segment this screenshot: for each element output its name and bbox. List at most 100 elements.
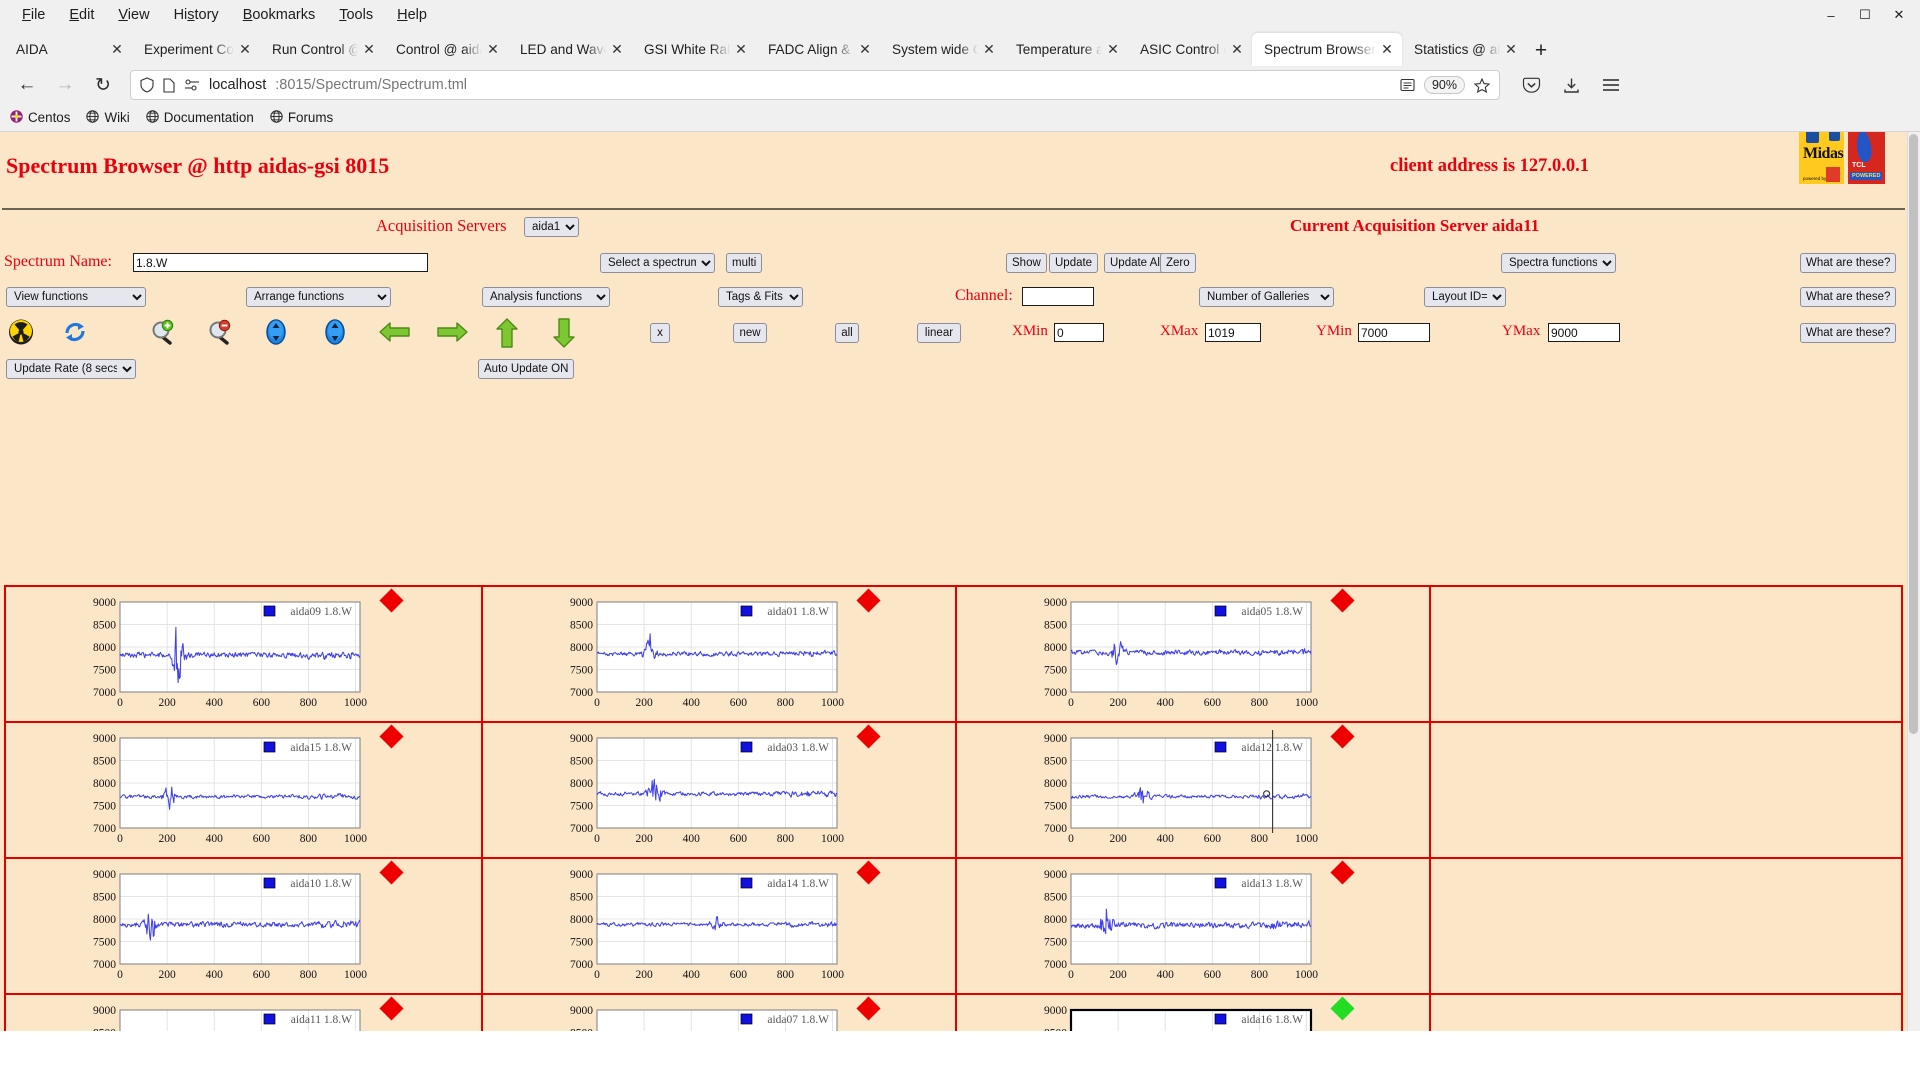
what-are-these-button-2[interactable]: What are these?: [1800, 287, 1897, 307]
page-scrollbar[interactable]: [1907, 132, 1920, 1031]
menu-item-help[interactable]: Help: [385, 4, 439, 26]
arrow-up-icon[interactable]: [494, 317, 520, 349]
expand-vertical-icon[interactable]: [322, 319, 348, 345]
spectrum-name-input[interactable]: [133, 253, 428, 272]
browser-tab[interactable]: Spectrum Browser ✕: [1252, 33, 1402, 66]
permissions-icon[interactable]: [184, 78, 200, 92]
spectrum-panel[interactable]: 7000750080008500900002004006008001000aid…: [6, 587, 483, 723]
spectra-functions-dropdown[interactable]: Spectra functions: [1501, 253, 1616, 273]
update-rate-dropdown[interactable]: Update Rate (8 secs): [6, 359, 136, 379]
ymax-input[interactable]: [1548, 323, 1620, 342]
channel-input[interactable]: [1022, 287, 1094, 306]
spectrum-plot[interactable]: 7000750080008500900002004006008001000aid…: [68, 730, 368, 848]
browser-tab[interactable]: System wide Checks ✕: [880, 33, 1004, 66]
spectrum-panel[interactable]: 7000750080008500900002004006008001000aid…: [483, 859, 957, 995]
browser-tab[interactable]: Temperature and sta ✕: [1004, 33, 1128, 66]
show-button[interactable]: Show: [1006, 253, 1047, 273]
minimize-icon[interactable]: –: [1814, 2, 1848, 28]
maximize-icon[interactable]: ☐: [1848, 2, 1882, 28]
menu-item-file[interactable]: File: [10, 4, 57, 26]
browser-tab[interactable]: ASIC Control @ aidas ✕: [1128, 33, 1252, 66]
status-marker-red[interactable]: [379, 724, 404, 749]
status-marker-green[interactable]: [1330, 996, 1355, 1021]
update-button[interactable]: Update: [1049, 253, 1099, 273]
tab-close-icon[interactable]: ✕: [110, 41, 124, 58]
spectrum-plot-container[interactable]: 7000750080008500900002004006008001000aid…: [68, 594, 368, 717]
menu-item-view[interactable]: View: [106, 4, 161, 26]
spectrum-plot-container[interactable]: 7000750080008500900002004006008001000aid…: [68, 866, 368, 989]
browser-tab[interactable]: AIDA ✕: [4, 33, 132, 66]
tab-close-icon[interactable]: ✕: [1504, 41, 1518, 58]
status-marker-red[interactable]: [379, 588, 404, 613]
spectrum-plot[interactable]: 7000750080008500900002004006008001000aid…: [68, 1002, 368, 1031]
pocket-icon[interactable]: [1512, 70, 1550, 100]
spectrum-plot[interactable]: 7000750080008500900002004006008001000aid…: [545, 594, 845, 712]
spectrum-plot-container[interactable]: 7000750080008500900002004006008001000aid…: [68, 1002, 368, 1031]
browser-tab[interactable]: Control @ aidas-gsi ✕: [384, 33, 508, 66]
status-marker-red[interactable]: [856, 860, 881, 885]
spectrum-panel[interactable]: 7000750080008500900002004006008001000aid…: [483, 587, 957, 723]
reader-view-icon[interactable]: [1400, 78, 1415, 92]
spectrum-plot-container[interactable]: 7000750080008500900002004006008001000aid…: [545, 594, 845, 717]
tab-close-icon[interactable]: ✕: [238, 41, 252, 58]
spectrum-panel[interactable]: 7000750080008500900002004006008001000aid…: [957, 859, 1431, 995]
spectrum-plot[interactable]: 7000750080008500900002004006008001000aid…: [545, 730, 845, 848]
url-bar[interactable]: localhost:8015/Spectrum/Spectrum.tml 90%: [130, 70, 1500, 100]
spectrum-plot-container[interactable]: 7000750080008500900002004006008001000aid…: [1019, 1002, 1319, 1031]
spectrum-panel[interactable]: 7000750080008500900002004006008001000aid…: [483, 995, 957, 1031]
zoom-in-icon[interactable]: [150, 319, 176, 345]
what-are-these-button-3[interactable]: What are these?: [1800, 323, 1897, 343]
status-marker-red[interactable]: [1330, 860, 1355, 885]
bookmark-item[interactable]: Wiki: [86, 109, 130, 126]
linear-button[interactable]: linear: [917, 323, 961, 343]
menu-item-bookmarks[interactable]: Bookmarks: [231, 4, 328, 26]
spectrum-panel[interactable]: [1431, 587, 1901, 723]
back-icon[interactable]: ←: [8, 70, 46, 100]
spectrum-panel[interactable]: [1431, 723, 1901, 859]
bookmark-item[interactable]: Documentation: [146, 109, 254, 126]
view-functions-dropdown[interactable]: View functions: [6, 287, 146, 307]
arrow-right-icon[interactable]: [435, 319, 469, 345]
tab-close-icon[interactable]: ✕: [734, 41, 748, 58]
xmin-input[interactable]: [1054, 323, 1104, 342]
zoom-level-badge[interactable]: 90%: [1423, 76, 1465, 94]
zero-button[interactable]: Zero: [1160, 253, 1196, 273]
arrange-functions-dropdown[interactable]: Arrange functions: [246, 287, 391, 307]
refresh-icon[interactable]: [62, 319, 88, 345]
status-marker-red[interactable]: [1330, 724, 1355, 749]
radiation-icon[interactable]: [8, 319, 34, 345]
spectrum-plot[interactable]: 7000750080008500900002004006008001000aid…: [1019, 1002, 1319, 1031]
select-spectrum-dropdown[interactable]: Select a spectrum: [600, 253, 715, 273]
spectrum-panel[interactable]: 7000750080008500900002004006008001000aid…: [957, 723, 1431, 859]
downloads-icon[interactable]: [1552, 70, 1590, 100]
forward-icon[interactable]: →: [46, 70, 84, 100]
spectrum-plot[interactable]: 7000750080008500900002004006008001000aid…: [68, 866, 368, 984]
close-icon[interactable]: ✕: [1882, 2, 1916, 28]
bookmark-item[interactable]: Centos: [10, 109, 70, 126]
xmax-input[interactable]: [1205, 323, 1261, 342]
reload-icon[interactable]: ↻: [84, 70, 122, 100]
menu-item-history[interactable]: History: [162, 4, 231, 26]
browser-tab[interactable]: FADC Align & Control ✕: [756, 33, 880, 66]
status-marker-red[interactable]: [379, 860, 404, 885]
spectrum-plot[interactable]: 7000750080008500900002004006008001000aid…: [545, 866, 845, 984]
status-marker-red[interactable]: [379, 996, 404, 1021]
bookmark-star-icon[interactable]: [1474, 77, 1490, 93]
spectrum-panel[interactable]: 7000750080008500900002004006008001000aid…: [957, 995, 1431, 1031]
browser-tab[interactable]: Run Control @ aidas-gsi ✕: [260, 33, 384, 66]
page-icon[interactable]: [163, 77, 175, 93]
collapse-vertical-icon[interactable]: [263, 319, 289, 345]
spectrum-panel[interactable]: 7000750080008500900002004006008001000aid…: [6, 995, 483, 1031]
tags-and-fits-dropdown[interactable]: Tags & Fits: [718, 287, 803, 307]
browser-tab[interactable]: LED and Waveform ✕: [508, 33, 632, 66]
tab-close-icon[interactable]: ✕: [858, 41, 872, 58]
what-are-these-button-1[interactable]: What are these?: [1800, 253, 1897, 273]
spectrum-plot-container[interactable]: 7000750080008500900002004006008001000aid…: [1019, 866, 1319, 989]
menu-item-edit[interactable]: Edit: [57, 4, 106, 26]
spectrum-plot[interactable]: 7000750080008500900002004006008001000aid…: [68, 594, 368, 712]
spectrum-plot[interactable]: 7000750080008500900002004006008001000aid…: [1019, 729, 1319, 848]
spectrum-panel[interactable]: 7000750080008500900002004006008001000aid…: [957, 587, 1431, 723]
hamburger-menu-icon[interactable]: [1592, 70, 1630, 100]
acquisition-server-select[interactable]: aida11: [524, 217, 579, 237]
auto-update-toggle[interactable]: Auto Update ON: [478, 359, 575, 379]
